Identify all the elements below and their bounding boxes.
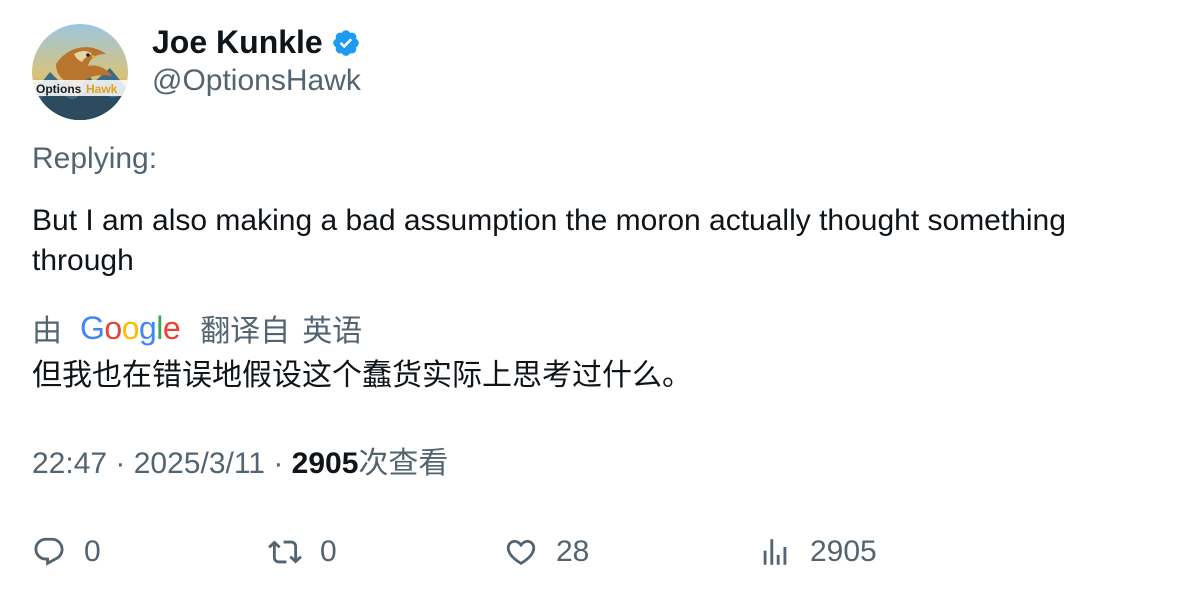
views-label: 次查看	[358, 447, 449, 480]
tweet-time[interactable]: 22:47	[32, 447, 107, 480]
svg-text:Hawk: Hawk	[86, 82, 118, 96]
avatar-image: Options Hawk	[32, 24, 128, 120]
reply-icon	[34, 537, 64, 566]
translation-by-label: 由	[32, 315, 62, 348]
source-language: 英语	[302, 315, 363, 348]
tweet-actions: 0 0 28 2905	[0, 532, 1196, 572]
views-button[interactable]: 2905	[758, 532, 877, 572]
tweet-date[interactable]: 2025/3/11	[134, 447, 265, 480]
views-count-text: 2905	[291, 447, 359, 480]
replying-label: Replying:	[32, 142, 158, 175]
translated-text: 但我也在错误地假设这个蠢货实际上思考过什么。	[32, 359, 692, 392]
reply-count: 0	[84, 535, 101, 568]
author-name-text: Joe Kunkle	[152, 24, 323, 60]
meta-separator: ·	[115, 447, 134, 480]
author-handle[interactable]: @OptionsHawk	[152, 62, 361, 100]
retweet-count: 0	[320, 535, 337, 568]
meta-separator-2: ·	[273, 447, 292, 480]
reply-button[interactable]: 0	[32, 532, 101, 572]
google-logo-icon: Google	[80, 309, 181, 346]
retweet-button[interactable]: 0	[268, 532, 337, 572]
translation-attribution[interactable]: 由 Google 翻译自 英语	[32, 308, 363, 349]
author-display-name[interactable]: Joe Kunkle	[152, 22, 361, 62]
tweet-meta: 22:47 · 2025/3/11 · 2905次查看	[32, 444, 448, 484]
tweet-text: But I am also making a bad assumption th…	[32, 204, 1066, 277]
retweet-icon	[268, 540, 302, 564]
verified-badge-icon	[331, 27, 361, 57]
svg-text:Options: Options	[36, 82, 82, 96]
tweet-card: Options Hawk Joe Kunkle @OptionsHawk Rep…	[0, 0, 1196, 598]
views-count: 2905	[810, 535, 877, 568]
like-count: 28	[556, 535, 590, 568]
like-button[interactable]: 28	[504, 532, 589, 572]
avatar[interactable]: Options Hawk	[32, 24, 128, 120]
heart-icon	[506, 539, 536, 565]
bar-chart-icon	[763, 539, 787, 565]
translated-from-label: 翻译自	[200, 315, 291, 348]
